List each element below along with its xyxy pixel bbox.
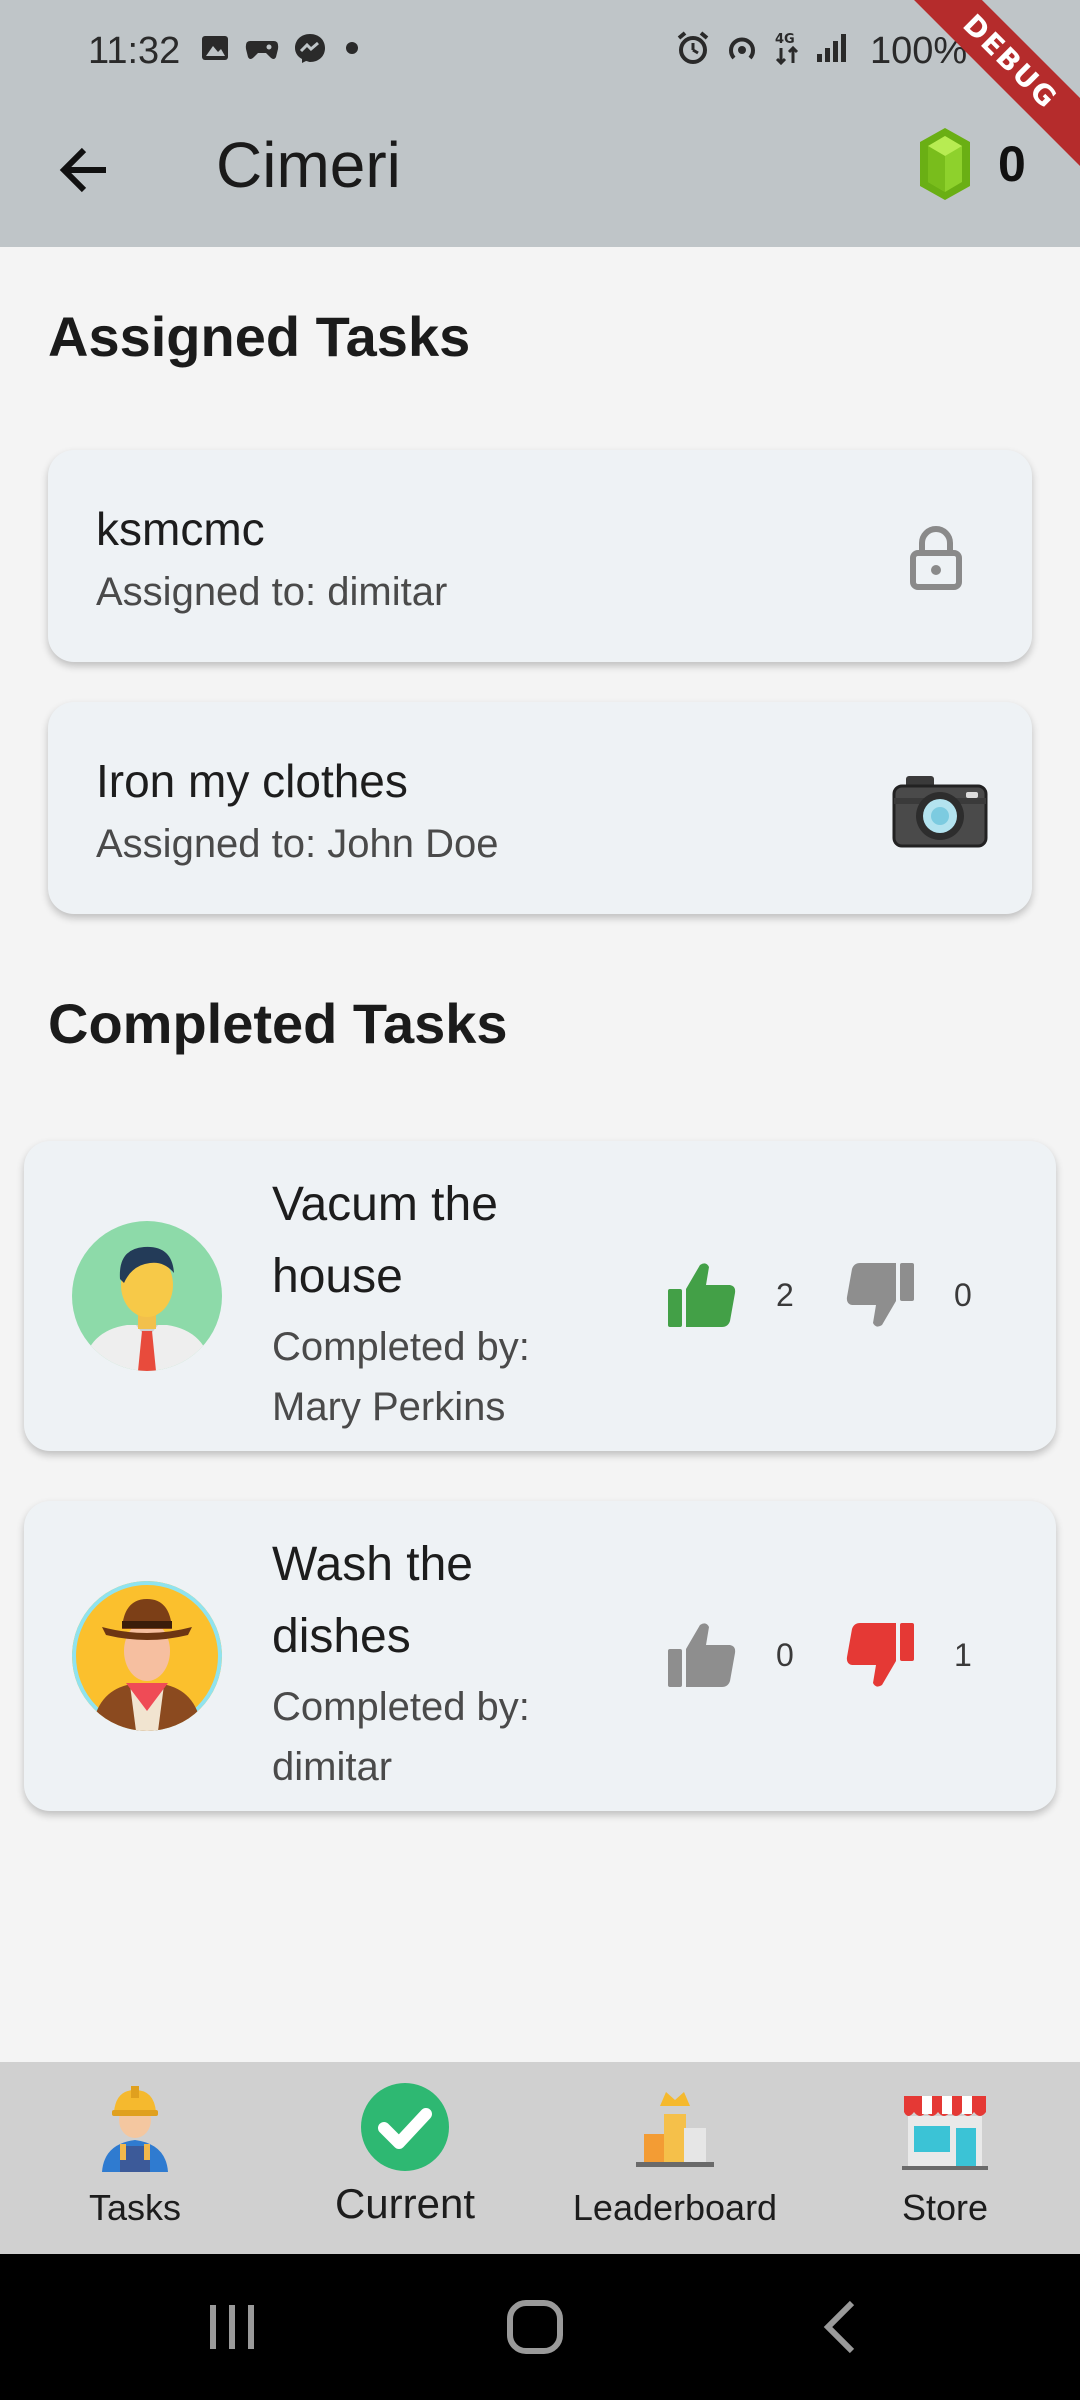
dot-icon (346, 42, 358, 54)
dislike-count: 1 (954, 1636, 972, 1673)
svg-text:4G: 4G (775, 32, 795, 47)
completed-by: Completed by: dimitar (272, 1685, 530, 1789)
image-icon (202, 36, 228, 60)
like-count: 2 (776, 1276, 794, 1313)
completed-task-card[interactable]: Wash the dishes Completed by: dimitar 0 … (24, 1501, 1056, 1811)
task-title: Vacum the house (272, 1178, 498, 1303)
top-bar: 11:32 4G 100% DEBUG Cimeri 0 (0, 0, 1080, 247)
completed-tasks-heading: Completed Tasks (48, 992, 508, 1055)
assigned-task-card[interactable]: ksmcmc Assigned to: dimitar (48, 450, 1032, 662)
nav-label: Store (901, 2187, 989, 2228)
chevron-left-icon (823, 2300, 855, 2354)
home-icon (507, 2300, 563, 2354)
game-icon (245, 41, 279, 59)
like-button[interactable]: 0 (666, 1619, 794, 1691)
arrow-back-icon (59, 147, 106, 193)
lock-icon (910, 526, 962, 590)
leaderboard-icon (636, 2092, 714, 2167)
status-left-icons (200, 32, 364, 64)
bottom-navigation: Tasks Current Leaderboard Store (0, 2062, 1080, 2254)
gem-count: 0 (998, 136, 1026, 192)
dislike-count: 0 (954, 1276, 972, 1313)
nav-item-leaderboard[interactable]: Leaderboard (540, 2062, 810, 2254)
status-time: 11:32 (88, 30, 181, 72)
nav-item-current[interactable]: Current (270, 2062, 540, 2254)
thumbs-up-icon (666, 1259, 738, 1331)
page-title: Cimeri (216, 129, 401, 201)
recent-apps-icon (210, 2305, 254, 2349)
recent-apps-button[interactable] (192, 2292, 272, 2362)
gem-icon (920, 128, 970, 200)
task-assignee: Assigned to: dimitar (96, 570, 448, 614)
businessman-avatar (72, 1221, 222, 1371)
messenger-icon (295, 34, 325, 63)
thumbs-up-icon (666, 1619, 738, 1691)
nav-item-tasks[interactable]: Tasks (0, 2062, 270, 2254)
dislike-button[interactable]: 0 (844, 1259, 972, 1331)
back-button[interactable] (44, 130, 124, 210)
camera-icon (892, 776, 988, 848)
like-count: 0 (776, 1636, 794, 1673)
home-button[interactable] (495, 2292, 575, 2362)
checkmark-icon (361, 2083, 449, 2171)
camera-button[interactable] (890, 770, 990, 850)
nav-label: Leaderboard (572, 2187, 778, 2228)
store-icon (902, 2096, 988, 2170)
dislike-button[interactable]: 1 (844, 1619, 972, 1691)
thumbs-down-icon (844, 1259, 916, 1331)
completed-task-text: Wash the dishes Completed by: dimitar (272, 1529, 602, 1797)
assigned-task-card[interactable]: Iron my clothes Assigned to: John Doe (48, 702, 1032, 914)
nav-item-store[interactable]: Store (810, 2062, 1080, 2254)
status-bar: 11:32 4G 100% (0, 0, 1080, 100)
task-assignee: Assigned to: John Doe (96, 822, 499, 866)
cowboy-avatar (72, 1581, 222, 1731)
completed-task-card[interactable]: Vacum the house Completed by: Mary Perki… (24, 1141, 1056, 1451)
alarm-icon (677, 31, 709, 64)
data-4g-icon: 4G (775, 32, 799, 66)
system-navigation-bar (0, 2254, 1080, 2400)
hotspot-icon (729, 37, 755, 60)
system-back-button[interactable] (800, 2292, 880, 2362)
thumbs-down-icon (844, 1619, 916, 1691)
task-title: Wash the dishes (272, 1538, 473, 1663)
nav-label: Current (334, 2180, 476, 2227)
completed-task-text: Vacum the house Completed by: Mary Perki… (272, 1169, 602, 1437)
task-name: ksmcmc (96, 503, 265, 555)
gem-counter: 0 (918, 126, 1026, 202)
worker-icon (102, 2086, 168, 2172)
like-button[interactable]: 2 (666, 1259, 794, 1331)
task-name: Iron my clothes (96, 755, 408, 807)
nav-label: Tasks (88, 2187, 182, 2228)
app-bar: Cimeri 0 (0, 100, 1080, 247)
signal-icon (817, 34, 846, 62)
lock-button[interactable] (896, 518, 976, 598)
completed-by: Completed by: Mary Perkins (272, 1325, 530, 1429)
status-right-icons: 4G (675, 30, 847, 66)
assigned-tasks-heading: Assigned Tasks (48, 305, 471, 368)
